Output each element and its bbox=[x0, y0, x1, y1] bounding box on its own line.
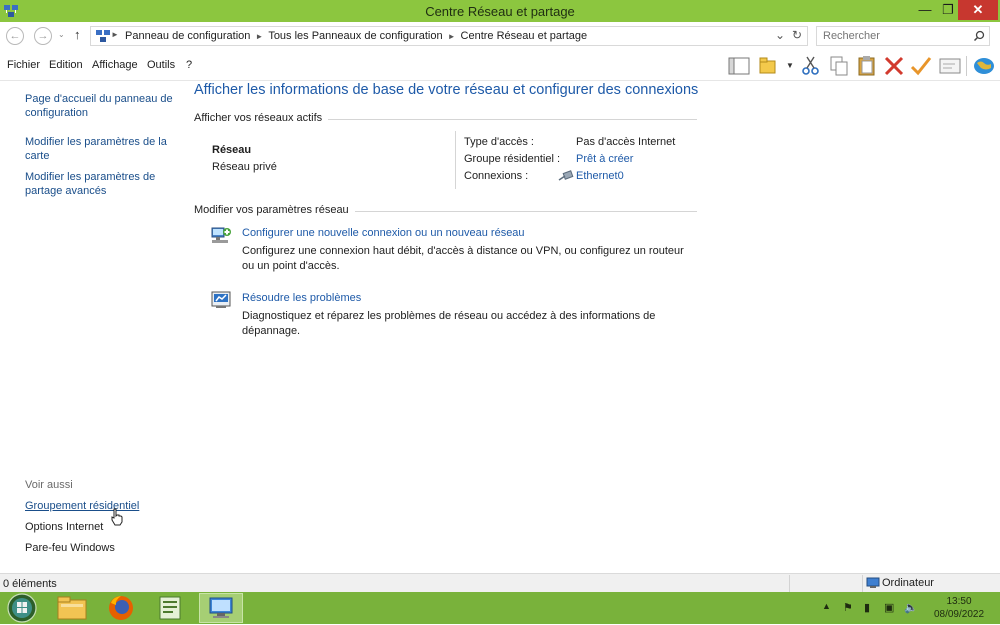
control-panel-icon bbox=[209, 597, 233, 618]
windows-firewall-link[interactable]: Pare-feu Windows bbox=[25, 542, 115, 554]
breadcrumb-item[interactable]: Tous les Panneaux de configuration bbox=[268, 30, 442, 42]
troubleshoot-icon bbox=[211, 291, 231, 308]
minimize-button[interactable]: — bbox=[912, 0, 938, 20]
taskbar: ▲ ⚑ ▮ ▣ 🔈 13:50 08/09/2022 bbox=[0, 592, 1000, 624]
advanced-sharing-settings-link[interactable]: Modifier les paramètres de partage avanc… bbox=[25, 170, 175, 198]
location-label: Ordinateur bbox=[882, 577, 934, 589]
search-icon[interactable] bbox=[973, 30, 985, 42]
close-button[interactable]: ✕ bbox=[958, 0, 998, 20]
address-dropdown-icon[interactable]: ⌄ bbox=[775, 28, 785, 42]
clock-date: 08/09/2022 bbox=[933, 609, 985, 620]
menu-bar: Fichier Edition Affichage Outils ? ▼ bbox=[0, 51, 1000, 81]
menu-view[interactable]: Affichage bbox=[92, 59, 138, 71]
homegroup-label: Groupe résidentiel : bbox=[464, 153, 560, 165]
change-settings-heading: Modifier vos paramètres réseau bbox=[194, 204, 355, 216]
folder-options-icon[interactable] bbox=[757, 55, 781, 77]
control-panel-home-link[interactable]: Page d'accueil du panneau de configurati… bbox=[25, 92, 175, 120]
globe-icon[interactable] bbox=[972, 55, 996, 77]
chevron-down-icon[interactable]: ▼ bbox=[786, 61, 794, 70]
power-icon[interactable]: ▮ bbox=[864, 601, 870, 614]
address-bar[interactable]: ► Panneau de configuration ► Tous les Pann… bbox=[90, 26, 808, 46]
window-title: Centre Réseau et partage bbox=[425, 4, 575, 19]
up-icon[interactable]: ↑ bbox=[74, 27, 81, 42]
menu-tools[interactable]: Outils bbox=[147, 59, 175, 71]
access-type-label: Type d'accès : bbox=[464, 136, 534, 148]
start-orb-icon[interactable] bbox=[5, 593, 39, 623]
see-also-heading: Voir aussi bbox=[25, 479, 73, 491]
network-name: Réseau bbox=[212, 144, 252, 156]
status-bar: 0 éléments Ordinateur bbox=[0, 573, 1000, 593]
cut-icon[interactable] bbox=[799, 55, 823, 77]
volume-icon[interactable]: 🔈 bbox=[904, 601, 918, 614]
status-divider bbox=[789, 575, 790, 593]
delete-icon[interactable] bbox=[882, 55, 906, 77]
breadcrumb-chevron-icon: ► bbox=[255, 32, 264, 41]
computer-icon bbox=[866, 577, 880, 588]
menu-file[interactable]: Fichier bbox=[7, 59, 40, 71]
refresh-icon[interactable]: ↻ bbox=[792, 28, 802, 42]
firefox-icon[interactable] bbox=[99, 593, 143, 623]
control-panel-taskbar-button[interactable] bbox=[199, 593, 243, 623]
access-type-value: Pas d'accès Internet bbox=[576, 136, 676, 148]
show-hidden-icons[interactable]: ▲ bbox=[822, 601, 831, 611]
ethernet-icon bbox=[558, 170, 574, 181]
check-icon[interactable] bbox=[909, 55, 933, 77]
ethernet-connection-link[interactable]: Ethernet0 bbox=[576, 170, 624, 182]
change-adapter-settings-link[interactable]: Modifier les paramètres de la carte bbox=[25, 135, 175, 163]
troubleshoot-description: Diagnostiquez et réparez les problèmes d… bbox=[242, 310, 656, 337]
action-center-icon[interactable]: ⚑ bbox=[843, 601, 853, 614]
active-networks-heading: Afficher vos réseaux actifs bbox=[194, 112, 329, 124]
status-divider bbox=[862, 575, 863, 593]
breadcrumb: Panneau de configuration ► Tous les Pannea… bbox=[125, 30, 587, 42]
paste-icon[interactable] bbox=[855, 55, 879, 77]
hand-cursor-icon bbox=[111, 508, 123, 526]
network-divider bbox=[455, 131, 456, 189]
explorer-icon[interactable] bbox=[50, 593, 94, 623]
history-dropdown-icon[interactable]: ⌄ bbox=[58, 30, 65, 39]
breadcrumb-item[interactable]: Centre Réseau et partage bbox=[461, 30, 588, 42]
back-icon[interactable]: ← bbox=[6, 27, 24, 45]
page-title: Afficher les informations de base de vot… bbox=[194, 82, 699, 98]
clock-time: 13:50 bbox=[946, 596, 972, 607]
layout-pane-icon[interactable] bbox=[727, 55, 751, 77]
new-connection-link[interactable]: Configurer une nouvelle connexion ou un … bbox=[242, 227, 525, 239]
search-input[interactable] bbox=[823, 29, 963, 43]
network-type: Réseau privé bbox=[212, 161, 277, 173]
breadcrumb-item[interactable]: Panneau de configuration bbox=[125, 30, 250, 42]
forward-icon[interactable]: → bbox=[34, 27, 52, 45]
title-bar: Centre Réseau et partage — ❐ ✕ bbox=[0, 0, 1000, 22]
menu-edit[interactable]: Edition bbox=[49, 59, 83, 71]
clock[interactable]: 13:50 08/09/2022 bbox=[924, 595, 994, 621]
internet-options-link[interactable]: Options Internet bbox=[25, 521, 103, 533]
network-app-icon bbox=[96, 30, 110, 42]
notepad-icon[interactable] bbox=[149, 593, 193, 623]
network-tray-icon[interactable]: ▣ bbox=[884, 601, 894, 614]
copy-icon[interactable] bbox=[827, 55, 851, 77]
homegroup-status-link[interactable]: Prêt à créer bbox=[576, 153, 633, 165]
address-row: ← → ⌄ ↑ ► Panneau de configuration ► Tous … bbox=[0, 22, 1000, 50]
items-count: 0 éléments bbox=[3, 578, 57, 590]
menu-help[interactable]: ? bbox=[186, 59, 192, 71]
troubleshoot-link[interactable]: Résoudre les problèmes bbox=[242, 292, 361, 304]
new-connection-icon bbox=[211, 227, 231, 243]
new-connection-description: Configurez une connexion haut débit, d'a… bbox=[242, 245, 684, 272]
maximize-button[interactable]: ❐ bbox=[938, 0, 958, 20]
connections-label: Connexions : bbox=[464, 170, 529, 182]
toolbar-divider bbox=[966, 56, 967, 76]
breadcrumb-chevron-icon: ► bbox=[111, 30, 119, 39]
search-box[interactable] bbox=[816, 26, 990, 46]
properties-icon[interactable] bbox=[938, 55, 962, 77]
breadcrumb-chevron-icon: ► bbox=[447, 32, 456, 41]
